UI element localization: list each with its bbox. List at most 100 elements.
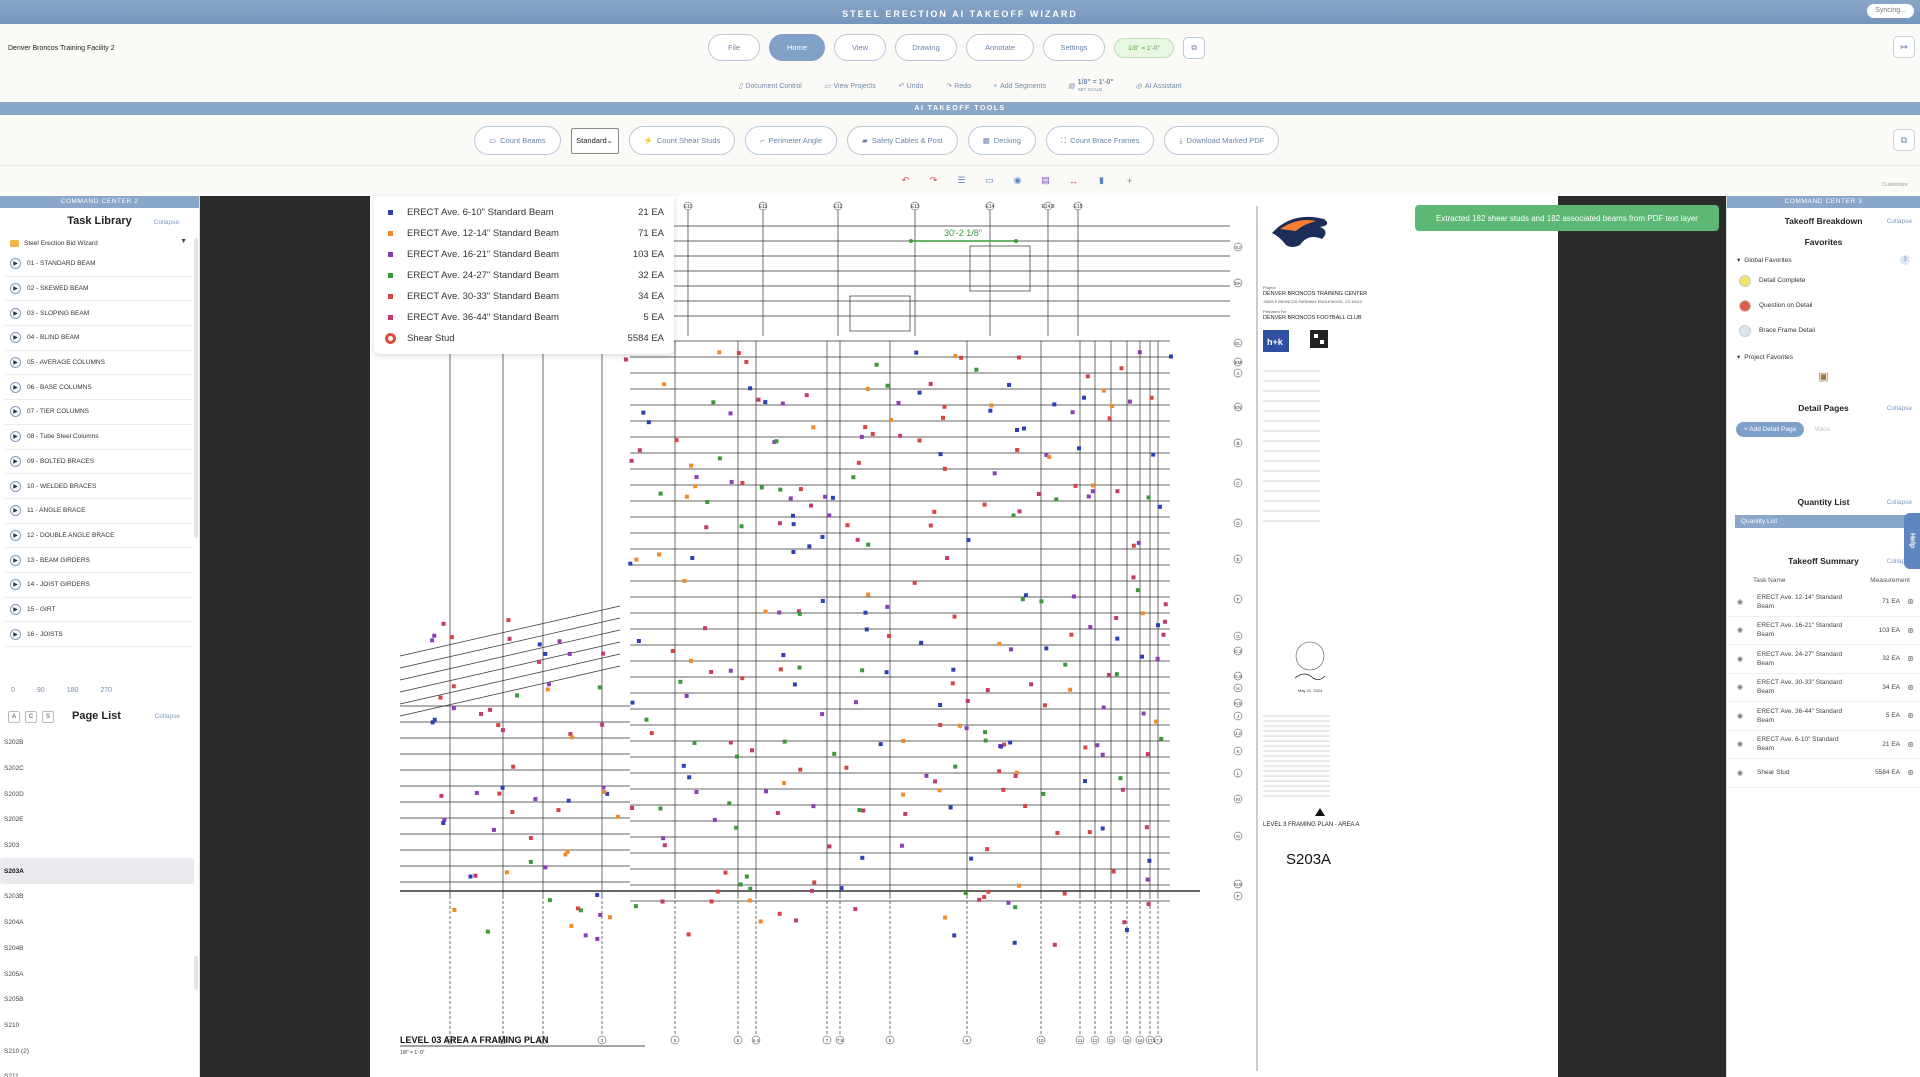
screen-icon[interactable]: ▭ xyxy=(984,175,996,187)
redo-button[interactable]: ↷ Redo xyxy=(945,82,971,91)
count-brace-frames-button[interactable]: ⛶ Count Brace Frames xyxy=(1045,126,1155,155)
redo-icon[interactable]: ↷ xyxy=(928,175,940,187)
document-control-button[interactable]: ▯ Document Control xyxy=(739,82,802,91)
favorite-item[interactable]: Detail Complete xyxy=(1727,268,1920,293)
page-item[interactable]: S203A xyxy=(0,858,194,885)
summary-row[interactable]: ◉ ERECT Ave. 6-10" Standard Beam 21 EA ⊛ xyxy=(1727,731,1920,759)
file-icon[interactable]: ▮ xyxy=(1096,175,1108,187)
extraction-toast[interactable]: Extracted 182 shear studs and 182 associ… xyxy=(1415,205,1719,231)
page-filter-a[interactable]: A xyxy=(8,711,20,723)
global-favorites-toggle[interactable]: ▾ Global Favorites 3 xyxy=(1727,252,1920,268)
external-link-icon[interactable]: ⧉ xyxy=(1893,129,1915,151)
task-scrollbar[interactable] xyxy=(194,238,198,538)
quantity-list-bar[interactable]: Quantity List xyxy=(1735,515,1912,528)
collapse-link[interactable]: Collapse xyxy=(154,210,179,236)
task-item[interactable]: ▶ 05 - AVERAGE COLUMNS xyxy=(4,351,193,376)
task-item[interactable]: ▶ 09 - BOLTED BRACES xyxy=(4,450,193,475)
target-icon[interactable]: ⊛ xyxy=(1900,683,1914,692)
detail-pages-collapse[interactable]: Collapse xyxy=(1887,396,1912,422)
summary-row[interactable]: ◉ ERECT Ave. 12-14" Standard Beam 71 EA ⊛ xyxy=(1727,588,1920,617)
page-item[interactable]: S204B xyxy=(0,936,194,962)
page-item[interactable]: S204A xyxy=(0,910,194,936)
page-item[interactable]: S205B xyxy=(0,987,194,1013)
task-item[interactable]: ▶ 04 - BLIND BEAM xyxy=(4,326,193,351)
eye-icon[interactable]: ◉ xyxy=(1737,740,1749,748)
beam-type-select[interactable]: Standard ⌄ xyxy=(570,127,619,154)
task-item[interactable]: ▶ 14 - JOIST GIRDERS xyxy=(4,573,193,598)
eye-icon[interactable]: ◉ xyxy=(1737,598,1749,606)
tab-settings[interactable]: Settings xyxy=(1043,34,1105,61)
rotation-270[interactable]: 270 xyxy=(100,687,112,694)
undo-icon[interactable]: ↶ xyxy=(900,175,912,187)
summary-row[interactable]: ◉ ERECT Ave. 24-27" Standard Beam 32 EA ⊛ xyxy=(1727,645,1920,674)
target-icon[interactable]: ⊛ xyxy=(1900,597,1914,606)
tab-drawing[interactable]: Drawing xyxy=(895,34,957,61)
task-item[interactable]: ▶ 11 - ANGLE BRACE xyxy=(4,499,193,524)
target-icon[interactable]: ⊛ xyxy=(1900,654,1914,663)
voice-button[interactable]: Voice xyxy=(1814,426,1830,433)
eye-icon[interactable]: ◉ xyxy=(1737,655,1749,663)
page-item[interactable]: S203B xyxy=(0,884,194,910)
task-item[interactable]: ▶ 15 - GIRT xyxy=(4,598,193,623)
page-filter-c[interactable]: C xyxy=(25,711,37,723)
external-link-icon[interactable]: ⧉ xyxy=(1183,37,1205,59)
help-tab[interactable]: Help xyxy=(1904,513,1920,569)
calculator-icon[interactable]: ▤ xyxy=(1040,175,1052,187)
favorite-item[interactable]: Question on Detail xyxy=(1727,293,1920,318)
ai-assistant-button[interactable]: ◎ AI Assistant xyxy=(1136,82,1182,91)
safety-cables-button[interactable]: ▰ Safety Cables & Post xyxy=(847,126,958,155)
page-item[interactable]: S202C xyxy=(0,756,194,782)
target-icon[interactable]: ⊛ xyxy=(1900,711,1914,720)
summary-row[interactable]: ◉ Shear Stud 5584 EA ⊛ xyxy=(1727,759,1920,788)
tab-home[interactable]: Home xyxy=(769,34,825,61)
download-marked-pdf-button[interactable]: ⤓ Download Marked PDF xyxy=(1164,126,1280,155)
eye-icon[interactable]: ◉ xyxy=(1737,712,1749,720)
eye-icon[interactable]: ◉ xyxy=(1737,683,1749,691)
task-item[interactable]: ▶ 12 - DOUBLE ANGLE BRACE xyxy=(4,524,193,549)
count-beams-button[interactable]: ▭ Count Beams xyxy=(474,126,561,155)
task-item[interactable]: ▶ 02 - SKEWED BEAM xyxy=(4,277,193,302)
project-favorites-toggle[interactable]: ▾ Project Favorites xyxy=(1727,349,1920,365)
page-item[interactable]: S202E xyxy=(0,807,194,833)
eye-icon[interactable]: ◉ xyxy=(1737,626,1749,634)
summary-row[interactable]: ◉ ERECT Ave. 36-44" Standard Beam 5 EA ⊛ xyxy=(1727,702,1920,731)
page-item[interactable]: S210 xyxy=(0,1013,194,1039)
target-icon[interactable]: ⊛ xyxy=(1900,626,1914,635)
page-list-collapse[interactable]: Collapse xyxy=(155,713,180,720)
rotation-0[interactable]: 0 xyxy=(11,687,15,694)
decking-button[interactable]: ▦ Decking xyxy=(967,126,1036,155)
task-item[interactable]: ▶ 07 - TIER COLUMNS xyxy=(4,400,193,425)
task-item[interactable]: ▶ 16 - JOISTS xyxy=(4,622,193,647)
page-item[interactable]: S202B xyxy=(0,730,194,756)
scale-pill[interactable]: 1/8" = 1'-0" xyxy=(1114,38,1174,58)
count-shear-studs-button[interactable]: ⚡ Count Shear Studs xyxy=(628,126,736,155)
summary-row[interactable]: ◉ ERECT Ave. 16-21" Standard Beam 103 EA ⊛ xyxy=(1727,617,1920,645)
page-filter-s[interactable]: S xyxy=(42,711,54,723)
logout-icon[interactable]: ↦ xyxy=(1893,36,1915,58)
tab-view[interactable]: View xyxy=(834,34,886,61)
page-item[interactable]: S211 xyxy=(0,1064,194,1077)
add-icon[interactable]: + xyxy=(1124,175,1136,187)
undo-button[interactable]: ↶ Undo xyxy=(898,82,924,91)
page-item[interactable]: S205A xyxy=(0,961,194,987)
rotation-180[interactable]: 180 xyxy=(67,687,79,694)
target-icon[interactable]: ⊛ xyxy=(1900,740,1914,749)
tab-file[interactable]: File xyxy=(708,34,760,61)
task-item[interactable]: ▶ 08 - Tube Steel Columns xyxy=(4,425,193,450)
task-item[interactable]: ▶ 06 - BASE COLUMNS xyxy=(4,375,193,401)
rotation-90[interactable]: 90 xyxy=(37,687,45,694)
tab-annotate[interactable]: Annotate xyxy=(966,34,1034,61)
customize-link[interactable]: Customize xyxy=(1882,182,1908,188)
eye-icon[interactable]: ◉ xyxy=(1012,175,1024,187)
list-icon[interactable]: ☰ xyxy=(956,175,968,187)
task-item[interactable]: ▶ 10 - WELDED BRACES xyxy=(4,474,193,499)
perimeter-angle-button[interactable]: ⌐ Perimeter Angle xyxy=(745,126,838,155)
page-item[interactable]: S203 xyxy=(0,833,194,859)
measure-icon[interactable]: ↔ xyxy=(1068,175,1080,187)
task-item[interactable]: ▶ 03 - SLOPING BEAM xyxy=(4,301,193,327)
favorite-item[interactable]: Brace Frame Detail xyxy=(1727,318,1920,343)
view-projects-button[interactable]: ▭ View Projects xyxy=(824,82,876,91)
page-item[interactable]: S210 (2) xyxy=(0,1038,194,1064)
add-detail-page-button[interactable]: + Add Detail Page xyxy=(1736,421,1805,437)
task-item[interactable]: ▶ 13 - BEAM GIRDERS xyxy=(4,548,193,573)
